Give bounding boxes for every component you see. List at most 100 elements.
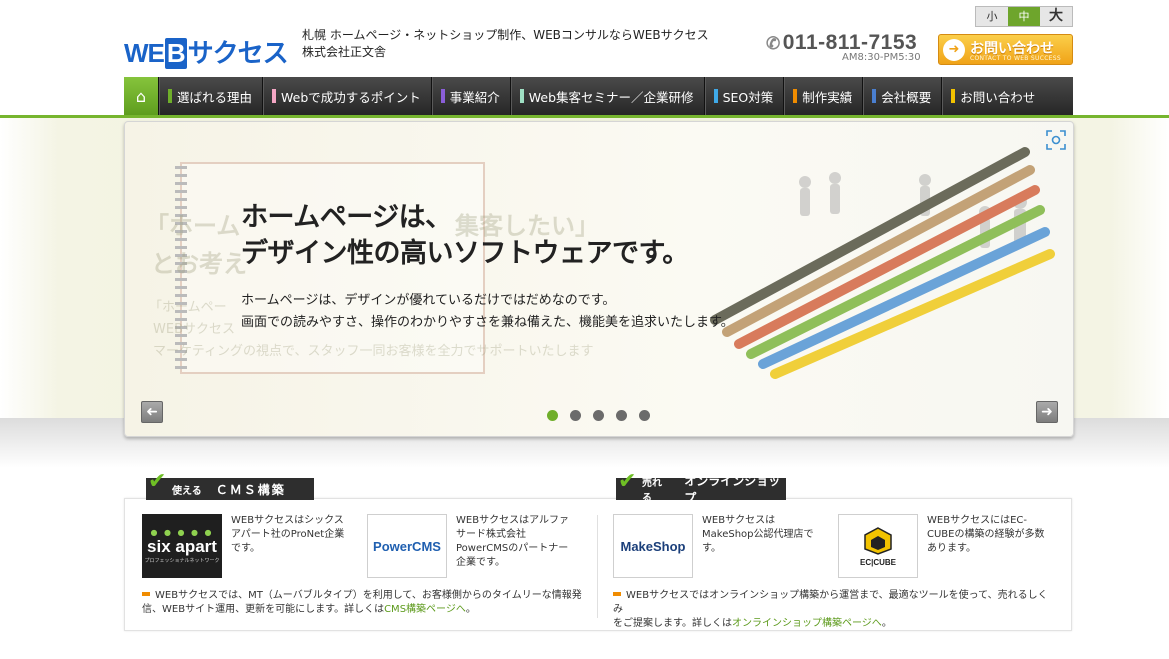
site-tagline: 札幌 ホームページ・ネットショップ制作、WEBコンサルならWEBサクセス 株式会… [302,27,709,61]
slide-dot[interactable] [616,410,627,421]
slider-pagination [547,410,650,421]
nav-marker [872,89,877,103]
powercms-logo-text: PowerCMS [373,538,441,554]
eccube-logo-text: EC|CUBE [859,557,897,567]
shop-note-line1: WEBサクセスではオンラインショップ構築から運営まで、最適なツールを使って、売れ… [613,590,1048,615]
logo-suffix: サクセス [187,38,289,68]
cms-tab-title: ＣＭＳ構築 [215,482,286,497]
shop-page-link[interactable]: オンラインショップ構築ページへ [732,618,882,629]
hero-headline-line1: ホームページは、 [241,202,452,233]
nav-item-contact[interactable]: お問い合わせ [941,77,1073,115]
sixapart-logo-text: six apart [147,537,217,556]
sixapart-logo-sub: プロフェッショナルネットワーク [144,558,220,564]
nav-item-label: 制作実績 [802,89,853,105]
sixapart-logo[interactable]: ● ● ● ● ● six apart プロフェッショナルネットワーク [142,514,222,578]
ghost-text: マーケティングの視点で、スタッフ一同お客様を全力でサポートいたします [153,344,594,359]
nav-item-success-points[interactable]: Webで成功するポイント [262,77,431,115]
nav-marker [713,89,718,103]
site-logo[interactable]: WE B サクセス [124,33,289,70]
cms-note-end: 。 [465,604,476,615]
nav-marker [519,89,524,103]
powercms-description: WEBサクセスはアルファサード株式会社PowerCMSのパートナー企業です。 [456,515,569,568]
arrow-right-icon: ➜ [943,39,965,61]
check-icon: ✔ [618,469,637,494]
nav-item-works[interactable]: 制作実績 [783,77,862,115]
nav-item-label: Web集客セミナー／企業研修 [528,89,694,105]
hero-headline-line2: デザイン性の高いソフトウェアです。 [241,238,689,269]
nav-item-reasons[interactable]: 選ばれる理由 [158,77,262,115]
nav-item-label: 事業紹介 [449,89,500,105]
business-hours: AM8:30-PM5:30 [842,52,921,63]
makeshop-description: WEBサクセスはMakeShop公認代理店です。 [702,515,814,554]
shop-note-line2: をご提案します。詳しくは [613,618,732,629]
cms-tab-lead: 使える [172,485,202,497]
slide-dot[interactable] [547,410,558,421]
main-nav: ⌂ 選ばれる理由 Webで成功するポイント 事業紹介 Web集客セミナー／企業研… [124,77,1073,115]
dots-icon: ● ● ● ● ● [150,528,214,537]
contact-button[interactable]: ➜ お問い合わせ CONTACT TO WEB SUCCESS [938,34,1073,65]
hero-headline: ホームページは、 デザイン性の高いソフトウェアです。 [241,200,689,272]
ghost-text: 「ホーム [145,212,241,240]
hero-body-line2: 画面での読みやすさ、操作のわかりやすさを兼ね備えた、機能美を追求いたします。 [241,315,734,330]
font-size-large-button[interactable]: 大 [1040,7,1072,26]
phone-icon: ✆ [766,34,781,53]
cube-icon [864,526,892,555]
nav-home[interactable]: ⌂ [124,77,158,115]
nav-item-seo[interactable]: SEO対策 [703,77,784,115]
phone-number-text: 011-811-7153 [782,31,918,54]
nav-marker [168,89,172,103]
shop-section-tab: ✔ 売れる オンラインショップ [616,469,786,505]
ghost-text: とお考え [151,250,247,278]
makeshop-logo[interactable]: MakeShop [613,514,693,578]
shop-tab-title: オンラインショップ [684,474,781,505]
nav-item-seminar[interactable]: Web集客セミナー／企業研修 [509,77,704,115]
ghost-text: 「ホームペー [149,300,227,315]
font-size-medium-button[interactable]: 中 [1008,7,1040,26]
tagline-line1: 札幌 ホームページ・ネットショップ制作、WEBコンサルならWEBサクセス [302,28,709,42]
nav-item-label: SEO対策 [722,89,774,105]
nav-marker [951,89,956,103]
expand-icon[interactable] [1044,128,1068,152]
nav-item-label: お問い合わせ [960,89,1036,105]
hero-body-line1: ホームページは、デザインが優れているだけではだめなのです。 [241,293,616,308]
eccube-logo[interactable]: EC|CUBE [838,514,918,578]
font-size-small-button[interactable]: 小 [976,7,1008,26]
font-size-switcher: 小 中 大 [975,6,1073,27]
slide-dot[interactable] [639,410,650,421]
shop-note: WEBサクセスではオンラインショップ構築から運営まで、最適なツールを使って、売れ… [613,589,1058,631]
cms-note: WEBサクセスでは、MT（ムーバブルタイプ）を利用して、お客様側からのタイムリー… [142,589,592,617]
cms-note-line2: 信、WEBサイト運用、更新を可能にします。詳しくは [142,604,385,615]
sixapart-description: WEBサクセスはシックスアパート社のProNet企業です。 [231,515,345,554]
contact-button-sublabel: CONTACT TO WEB SUCCESS [970,55,1061,62]
ghost-text: WEBサクセス [153,322,235,337]
logo-mark: B [164,38,187,69]
powercms-logo[interactable]: PowerCMS [367,514,447,578]
panel-divider [597,515,598,618]
slide-dot[interactable] [570,410,581,421]
nav-item-label: Webで成功するポイント [281,89,421,105]
hero-slider: 「ホーム 集客したい」 とお考え 「ホームペー WEBサクセス マーケティングの… [124,121,1074,437]
makeshop-logo-text: MakeShop [620,538,686,554]
pencils-image [710,147,1055,379]
hero-body: ホームページは、デザインが優れているだけではだめなのです。 画面での読みやすさ、… [241,290,734,334]
nav-item-label: 会社概要 [881,89,932,105]
bullet-icon [142,592,150,596]
arrow-left-icon: ➜ [146,404,158,420]
slide-dot[interactable] [593,410,604,421]
nav-marker [272,89,277,103]
nav-marker [793,89,798,103]
slider-next-button[interactable]: ➜ [1036,401,1058,423]
cms-page-link[interactable]: CMS構築ページへ [384,604,466,615]
bullet-icon [613,592,621,596]
arrow-right-icon: ➜ [1041,404,1053,420]
logo-prefix: WE [124,38,165,68]
nav-item-services[interactable]: 事業紹介 [430,77,510,115]
tagline-line2: 株式会社正文舎 [302,45,387,59]
home-icon: ⌂ [135,86,147,106]
slider-prev-button[interactable]: ➜ [141,401,163,423]
cms-section-tab: ✔ 使える ＣＭＳ構築 [146,469,314,500]
nav-item-company[interactable]: 会社概要 [862,77,941,115]
shop-note-end: 。 [881,618,892,629]
shop-tab-lead: 売れる [642,478,662,504]
check-icon: ✔ [148,469,167,494]
